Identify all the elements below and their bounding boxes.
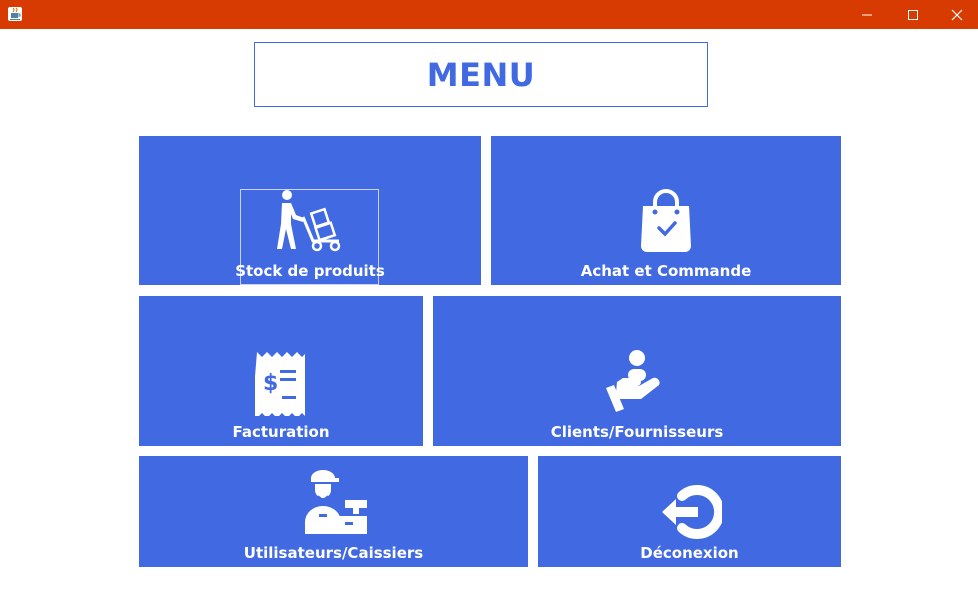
- receipt-icon: $: [255, 352, 305, 416]
- tile-label: Stock de produits: [235, 262, 385, 280]
- logout-icon: [661, 485, 722, 539]
- svg-text:$: $: [263, 371, 278, 396]
- facturation-button[interactable]: $ Facturation: [139, 296, 423, 446]
- minimize-icon: [862, 14, 872, 15]
- hand-person-icon: [606, 350, 660, 412]
- achat-commande-button[interactable]: Achat et Commande: [491, 136, 841, 285]
- page-title: MENU: [426, 55, 536, 94]
- shopping-bag-icon: [641, 189, 691, 252]
- tile-label: Clients/Fournisseurs: [550, 423, 724, 441]
- deconnexion-button[interactable]: Déconexion: [538, 456, 841, 567]
- tile-label: Achat et Commande: [580, 262, 752, 280]
- stock-produits-button[interactable]: Stock de produits: [139, 136, 481, 285]
- maximize-icon: [908, 9, 918, 20]
- close-button[interactable]: [934, 0, 978, 29]
- tile-label: Facturation: [232, 423, 330, 441]
- close-icon: [951, 9, 963, 20]
- cashier-icon: [304, 470, 367, 534]
- tile-label: Déconexion: [640, 544, 739, 562]
- title-bar: [0, 0, 978, 29]
- minimize-button[interactable]: [844, 0, 890, 29]
- tile-label: Utilisateurs/Caissiers: [243, 544, 424, 562]
- maximize-button[interactable]: [890, 0, 936, 29]
- clients-fournisseurs-button[interactable]: Clients/Fournisseurs: [433, 296, 841, 446]
- utilisateurs-caissiers-button[interactable]: Utilisateurs/Caissiers: [139, 456, 528, 567]
- menu-title-box: MENU: [254, 42, 708, 107]
- hand-truck-icon: [277, 190, 341, 252]
- java-cup-icon: [8, 7, 22, 21]
